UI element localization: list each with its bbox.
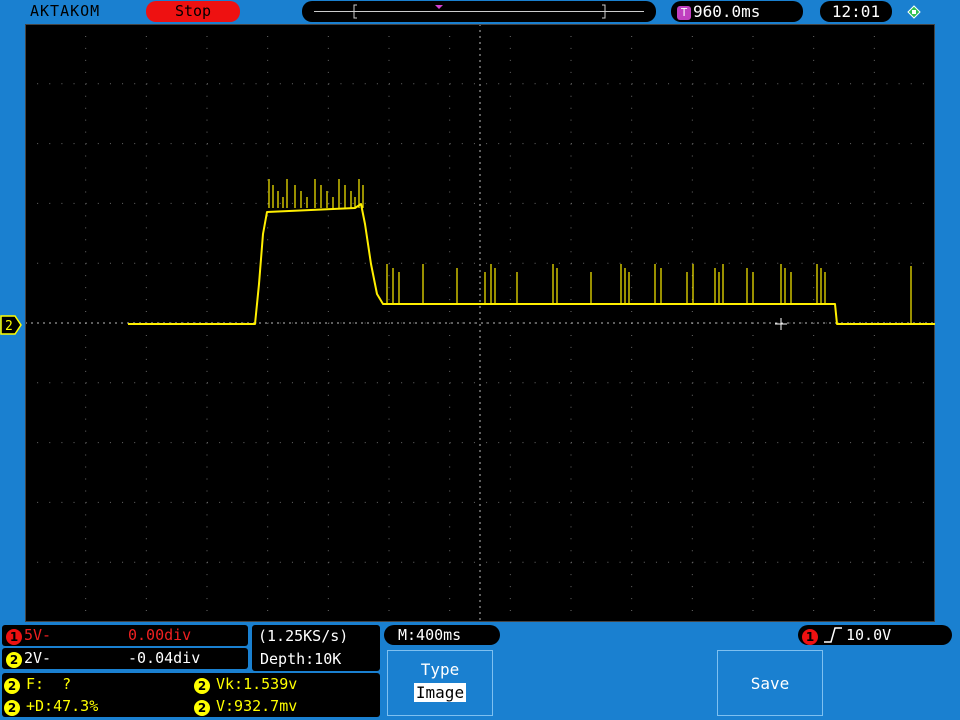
ch1-offset: 0.00div xyxy=(128,626,192,644)
ch1-info[interactable]: 1 5V- 0.00div xyxy=(2,625,248,646)
trigger-position-track xyxy=(314,4,644,19)
measurements-panel: 2 F: ? 2 Vk:1.539v 2 +D:47.3% 2 V:932.7m… xyxy=(2,673,380,717)
type-button[interactable]: Type Image xyxy=(387,650,493,716)
clock: 12:01 xyxy=(820,1,892,22)
usb-icon xyxy=(905,3,923,21)
trigger-time-badge: T xyxy=(677,6,691,20)
measure-vpk: Vk:1.539v xyxy=(216,675,298,693)
ch2-info[interactable]: 2 2V- -0.04div xyxy=(2,648,248,669)
ch1-scale: 5V- xyxy=(24,626,52,644)
run-stop-indicator[interactable]: Stop xyxy=(146,1,240,22)
measure-badge: 2 xyxy=(4,700,20,716)
timebase-value: M:400ms xyxy=(398,626,462,644)
trigger-level: 10.0V xyxy=(846,626,892,644)
measure-badge: 2 xyxy=(194,700,210,716)
type-value: Image xyxy=(413,683,467,702)
ch2-offset: -0.04div xyxy=(128,649,201,667)
waveform-grid xyxy=(25,24,935,622)
ch2-badge: 2 xyxy=(6,652,22,668)
ch1-badge: 1 xyxy=(6,629,22,645)
trigger-time-value: 960.0ms xyxy=(693,2,761,21)
measure-badge: 2 xyxy=(4,678,20,694)
ch2-level-marker[interactable]: 2 xyxy=(0,315,22,335)
memory-depth: Depth:10K xyxy=(260,650,342,668)
rising-edge-icon xyxy=(823,627,843,647)
ch2-scale: 2V- xyxy=(24,649,52,667)
measure-frequency: F: ? xyxy=(26,675,72,693)
measure-voltage: V:932.7mv xyxy=(216,697,298,715)
sample-rate: (1.25KS/s) xyxy=(258,627,349,645)
trigger-display[interactable]: 1 10.0V xyxy=(798,625,952,645)
ch2-marker-label: 2 xyxy=(5,319,13,334)
waveform-display[interactable] xyxy=(25,24,935,622)
trigger-position-bar xyxy=(302,1,656,22)
trigger-source-badge: 1 xyxy=(802,629,818,645)
trigger-position-marker-icon xyxy=(435,5,443,9)
brand-label: AKTAKOM xyxy=(30,2,101,20)
acquisition-info: (1.25KS/s) Depth:10K xyxy=(252,625,380,671)
measure-badge: 2 xyxy=(194,678,210,694)
measure-duty: +D:47.3% xyxy=(26,697,99,715)
save-button[interactable]: Save xyxy=(717,650,823,716)
trigger-time-display: T 960.0ms xyxy=(671,1,803,22)
type-label: Type xyxy=(420,660,460,679)
timebase-display[interactable]: M:400ms xyxy=(384,625,500,645)
